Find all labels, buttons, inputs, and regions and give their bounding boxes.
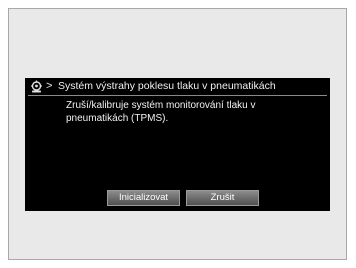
initialize-button[interactable]: Inicializovat: [107, 190, 180, 206]
cancel-button[interactable]: Zrušit: [186, 190, 259, 206]
dialog-message: Zruší/kalibruje systém monitorování tlak…: [66, 99, 306, 125]
message-line-1: Zruší/kalibruje systém monitorování tlak…: [66, 100, 256, 111]
message-line-2: pneumatikách (TPMS).: [66, 113, 169, 124]
title-divider: [28, 95, 327, 96]
settings-car-icon: [31, 80, 42, 93]
breadcrumb-separator: >: [46, 80, 53, 92]
dialog-title: Systém výstrahy poklesu tlaku v pneumati…: [58, 80, 276, 92]
title-bar: > Systém výstrahy poklesu tlaku v pneuma…: [25, 78, 330, 95]
